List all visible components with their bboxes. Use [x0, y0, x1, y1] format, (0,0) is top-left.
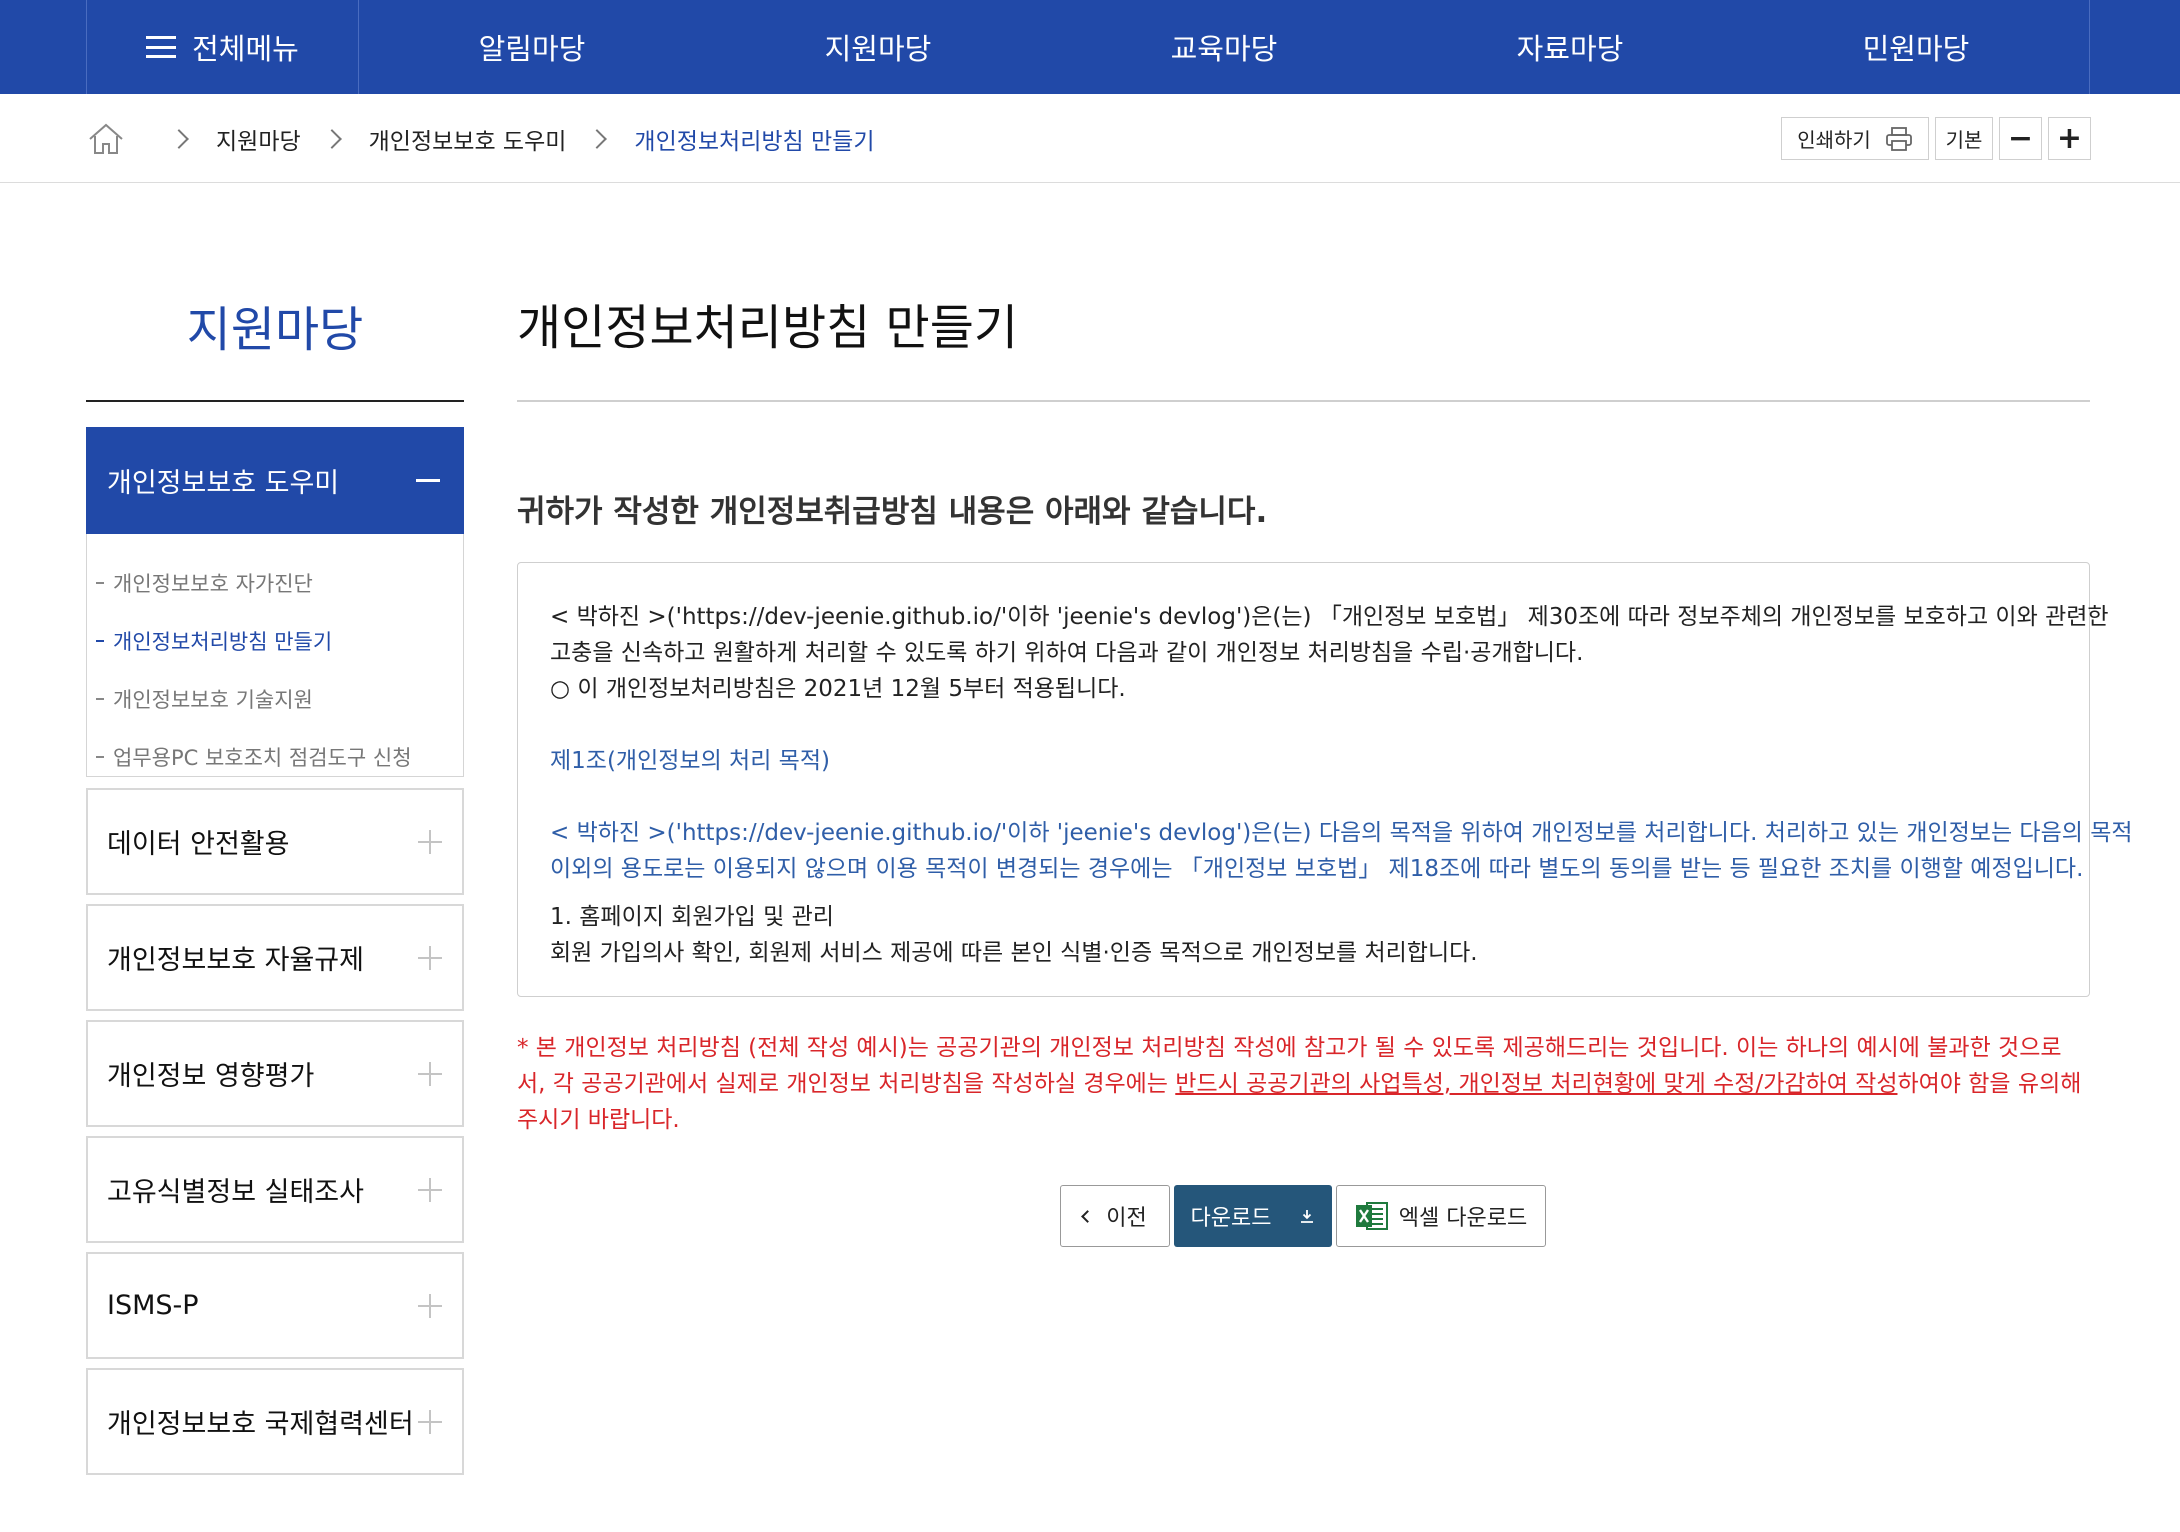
- article-text-line: < 박하진 >('https://dev-jeenie.github.io/'이…: [550, 820, 2133, 846]
- policy-preview-box: < 박하진 >('https://dev-jeenie.github.io/'이…: [517, 562, 2133, 997]
- breadcrumb-item-helper[interactable]: 개인정보보호 도우미: [369, 122, 567, 156]
- submenu-item-self-diagnosis[interactable]: 개인정보보호 자가진단: [87, 554, 463, 612]
- global-nav: 전체메뉴 알림마당 지원마당 교육마당 자료마당 민원마당: [0, 0, 2180, 94]
- font-size-increase-button[interactable]: +: [2048, 117, 2091, 160]
- item-title: 1. 홈페이지 회원가입 및 관리: [550, 904, 834, 930]
- prev-button[interactable]: 이전: [1060, 1185, 1170, 1247]
- printer-icon: [1885, 126, 1912, 151]
- sidebar-item-impact-assessment[interactable]: 개인정보 영향평가: [86, 1020, 464, 1127]
- title-divider: [517, 400, 2090, 402]
- chevron-right-icon: [169, 128, 189, 149]
- dash-icon: [96, 756, 104, 758]
- gnb-item-notice[interactable]: 알림마당: [359, 0, 705, 94]
- submenu-label: 업무용PC 보호조치 점검도구 신청: [113, 746, 412, 770]
- plus-icon: [418, 945, 442, 970]
- submenu-label: 개인정보처리방침 만들기: [113, 630, 333, 654]
- plus-icon: [418, 1061, 442, 1086]
- sidebar-item-data-safety[interactable]: 데이터 안전활용: [86, 788, 464, 895]
- chevron-right-icon: [321, 128, 342, 149]
- dash-icon: [96, 698, 104, 700]
- item-description: 회원 가입의사 확인, 회원제 서비스 제공에 따른 본인 식별·인증 목적으로…: [550, 940, 1478, 966]
- submenu-label: 개인정보보호 기술지원: [113, 688, 313, 712]
- download-icon: [1301, 1210, 1314, 1223]
- sidebar-item-isms-p[interactable]: ISMS-P: [86, 1252, 464, 1359]
- dash-icon: [96, 582, 104, 584]
- gnb-item-education[interactable]: 교육마당: [1051, 0, 1397, 94]
- sidebar-item-self-regulation[interactable]: 개인정보보호 자율규제: [86, 904, 464, 1011]
- breadcrumb: 지원마당 개인정보보호 도우미 개인정보처리방침 만들기: [86, 94, 874, 183]
- sidebar-item-label: ISMS-P: [107, 1290, 199, 1321]
- prev-label: 이전: [1106, 1206, 1147, 1231]
- article-text-line: 이외의 용도로는 이용되지 않으며 이용 목적이 변경되는 경우에는 「개인정보…: [550, 856, 2084, 882]
- notice-underlined-text: 반드시 공공기관의 사업특성, 개인정보 처리현황에 맞게 수정/가감하여 작성: [1175, 1071, 1898, 1097]
- hamburger-icon: [146, 36, 177, 58]
- sidebar-item-intl-center[interactable]: 개인정보보호 국제협력센터: [86, 1368, 464, 1475]
- sidebar-item-label: 개인정보 영향평가: [107, 1061, 315, 1092]
- sidebar-item-label: 개인정보보호 국제협력센터: [107, 1409, 414, 1440]
- plus-icon: [418, 829, 442, 854]
- result-heading: 귀하가 작성한 개인정보취급방침 내용은 아래와 같습니다.: [517, 494, 1268, 530]
- breadcrumb-item-current[interactable]: 개인정보처리방침 만들기: [634, 122, 874, 156]
- print-label: 인쇄하기: [1797, 128, 1871, 152]
- policy-text-line: 고충을 신속하고 원활하게 처리할 수 있도록 하기 위하여 다음과 같이 개인…: [550, 640, 1584, 666]
- policy-text-line: ○ 이 개인정보처리방침은 2021년 12월 5부터 적용됩니다.: [550, 676, 1126, 702]
- action-buttons: 이전 다운로드 엑셀 다운로드: [0, 1185, 2180, 1247]
- font-size-default-button[interactable]: 기본: [1935, 117, 1993, 160]
- page-tools: 인쇄하기 기본 − +: [1781, 117, 2091, 160]
- minus-icon: [416, 479, 440, 482]
- submenu-item-tech-support[interactable]: 개인정보보호 기술지원: [87, 670, 463, 728]
- sidebar-item-privacy-helper[interactable]: 개인정보보호 도우미: [86, 427, 464, 534]
- breadcrumb-bar: 지원마당 개인정보보호 도우미 개인정보처리방침 만들기 인쇄하기 기본 − +: [0, 94, 2180, 183]
- plus-icon: [418, 1293, 442, 1318]
- download-button[interactable]: 다운로드: [1174, 1185, 1332, 1247]
- dash-icon: [96, 640, 104, 642]
- sidebar-item-label: 데이터 안전활용: [107, 829, 290, 860]
- excel-download-button[interactable]: 엑셀 다운로드: [1336, 1185, 1546, 1247]
- disclaimer-notice: * 본 개인정보 처리방침 (전체 작성 예시)는 공공기관의 개인정보 처리방…: [517, 1030, 2087, 1138]
- sidebar-title: 지원마당: [186, 302, 364, 358]
- excel-label: 엑셀 다운로드: [1398, 1206, 1528, 1231]
- gnb-item-resources[interactable]: 자료마당: [1397, 0, 1743, 94]
- font-size-decrease-button[interactable]: −: [1999, 117, 2042, 160]
- home-icon[interactable]: [86, 119, 126, 159]
- page-title: 개인정보처리방침 만들기: [517, 300, 1019, 356]
- gnb-item-civil[interactable]: 민원마당: [1743, 0, 2089, 94]
- all-menu-label: 전체메뉴: [192, 32, 299, 66]
- sidebar-item-label: 개인정보보호 자율규제: [107, 945, 364, 976]
- print-button[interactable]: 인쇄하기: [1781, 117, 1929, 160]
- plus-icon: [418, 1409, 442, 1434]
- article-title: 제1조(개인정보의 처리 목적): [550, 748, 830, 774]
- submenu-item-policy-builder[interactable]: 개인정보처리방침 만들기: [87, 612, 463, 670]
- sidebar-item-label: 개인정보보호 도우미: [107, 468, 340, 499]
- excel-icon: [1355, 1202, 1388, 1230]
- sidebar-submenu: 개인정보보호 자가진단 개인정보처리방침 만들기 개인정보보호 기술지원 업무용…: [86, 534, 464, 777]
- sidebar-divider: [86, 400, 464, 402]
- all-menu-button[interactable]: 전체메뉴: [87, 0, 359, 94]
- chevron-right-icon: [587, 128, 608, 149]
- submenu-item-pc-check-tool[interactable]: 업무용PC 보호조치 점검도구 신청: [87, 728, 463, 786]
- breadcrumb-item-support[interactable]: 지원마당: [216, 122, 301, 156]
- policy-text-line: < 박하진 >('https://dev-jeenie.github.io/'이…: [550, 604, 2109, 630]
- chevron-left-icon: [1081, 1209, 1095, 1223]
- download-label: 다운로드: [1190, 1206, 1272, 1231]
- submenu-label: 개인정보보호 자가진단: [113, 572, 313, 596]
- gnb-item-support[interactable]: 지원마당: [705, 0, 1051, 94]
- global-nav-inner: 전체메뉴 알림마당 지원마당 교육마당 자료마당 민원마당: [86, 0, 2090, 94]
